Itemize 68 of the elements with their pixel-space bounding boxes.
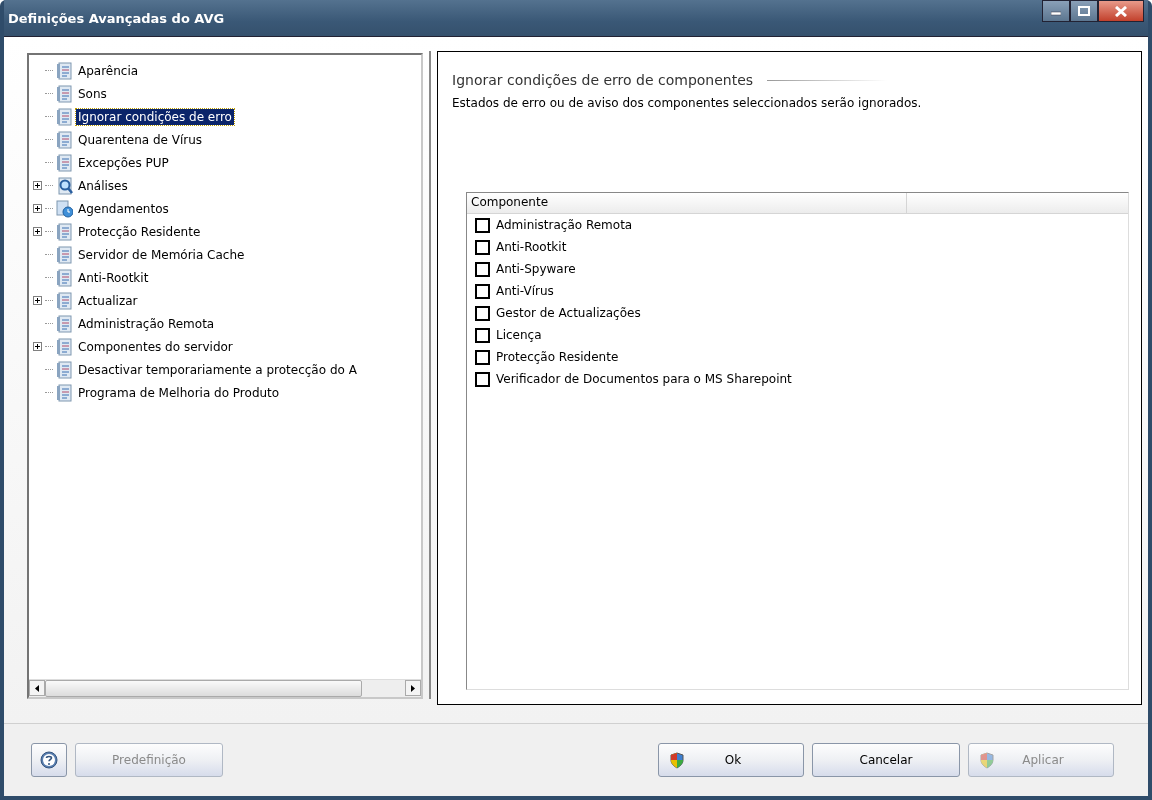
tree-item[interactable]: Protecção Residente [76,223,203,240]
dialog-button[interactable]: Ok [658,743,804,777]
checkbox[interactable] [475,261,490,277]
tree-item[interactable]: Desactivar temporariamente a protecção do A [76,361,359,378]
checkbox-label: Anti-Spyware [496,262,576,276]
document-list-icon [56,337,73,356]
description-text: Estados de erro ou de aviso dos componentes seleccionados serão ignorados. [452,96,923,110]
shield-icon [979,751,995,769]
tree-item[interactable]: Aparência [76,62,141,79]
expand-icon[interactable] [33,296,42,305]
checkbox-label: Protecção Residente [496,350,619,364]
checkbox-label: Anti-Rootkit [496,240,567,254]
document-list-icon [56,107,73,126]
magnifier-icon [56,176,73,195]
tree-item[interactable]: Anti-Rootkit [76,269,151,286]
tree-item[interactable]: Análises [76,177,130,194]
tree-item[interactable]: Administração Remota [76,315,217,332]
tree-item[interactable]: Agendamentos [76,200,171,217]
document-list-icon [56,130,73,149]
tree-item[interactable]: Sons [76,85,109,102]
section-heading: Ignorar condições de erro de componentes [452,72,754,88]
window-title: Definições Avançadas do AVG [8,10,226,26]
clock-document-icon [56,199,73,218]
expand-icon[interactable] [33,342,42,351]
checkbox[interactable] [475,239,490,255]
maximize-button[interactable] [1070,0,1098,22]
document-list-icon [56,383,73,402]
document-list-icon [56,360,73,379]
document-list-icon [56,61,73,80]
expand-icon[interactable] [33,227,42,236]
checkbox[interactable] [475,305,490,321]
horizontal-scrollbar[interactable] [29,679,421,697]
checkbox-label: Licença [496,328,542,342]
checkbox[interactable] [475,349,490,365]
checkbox[interactable] [475,283,490,299]
tree-item[interactable]: Ignorar condições de erro [76,108,234,125]
document-list-icon [56,153,73,172]
tree-item[interactable]: Componentes do servidor [76,338,235,355]
right-arrow-icon [410,683,416,693]
document-list-icon [56,291,73,310]
left-arrow-icon [34,683,40,693]
tree-item[interactable]: Quarentena de Vírus [76,131,205,148]
expand-icon[interactable] [33,204,42,213]
tree-item[interactable]: Actualizar [76,292,140,309]
checkbox-label: Gestor de Actualizações [496,306,641,320]
tree-item[interactable]: Excepções PUP [76,154,171,171]
dialog-button[interactable]: Cancelar [812,743,960,777]
checkbox-label: Administração Remota [496,218,633,232]
document-list-icon [56,84,73,103]
close-button[interactable] [1098,0,1144,22]
expand-icon[interactable] [33,181,42,190]
checkbox[interactable] [475,327,490,343]
checkbox-label: Verificador de Documentos para o MS Sharepoint [496,372,792,386]
help-button[interactable] [31,743,67,777]
document-list-icon [56,314,73,333]
shield-icon [669,751,685,769]
maximize-icon [1078,6,1090,16]
document-list-icon [56,245,73,264]
tree-item[interactable]: Programa de Melhoria do Produto [76,384,282,401]
checkbox[interactable] [475,217,490,233]
checkbox[interactable] [475,371,490,387]
tree-item[interactable]: Servidor de Memória Cache [76,246,247,263]
checkbox-label: Anti-Vírus [496,284,554,298]
minimize-button[interactable] [1042,0,1070,22]
help-icon [40,751,58,769]
close-icon [1115,5,1127,17]
document-list-icon [56,268,73,287]
document-list-icon [56,222,73,241]
